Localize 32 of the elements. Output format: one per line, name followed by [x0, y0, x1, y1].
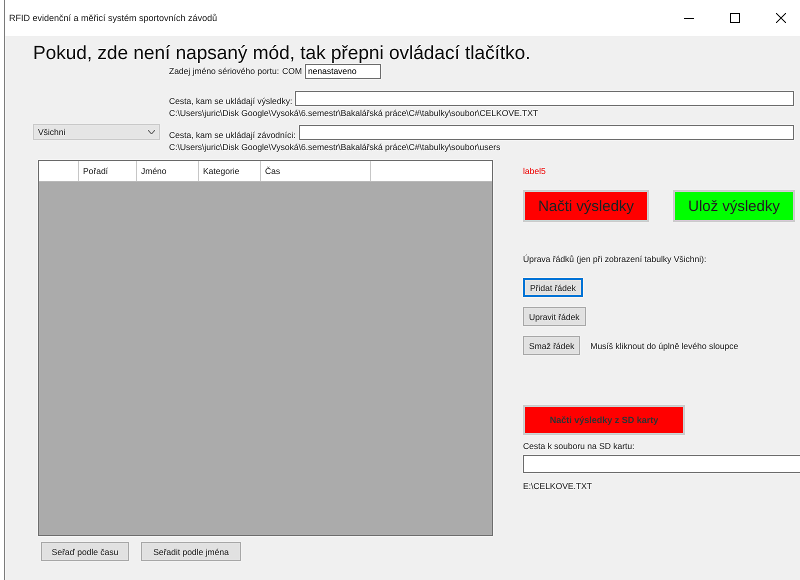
- load-results-button[interactable]: Načti výsledky: [523, 190, 649, 222]
- path-text: C:\Users\juric\Disk Google\Vysoká\6.semestr\Bakalářská práce\C#\tabulky\soubor\CELKOVE.TXT: [169, 108, 538, 118]
- path-label: Cesta, kam se ukládají výsledky:: [169, 96, 292, 106]
- path-field[interactable]: [295, 91, 794, 106]
- sd-path-text: E:\CELKOVE.TXT: [523, 481, 593, 491]
- hint-text: Musíš kliknout do úplně levého sloupce: [590, 340, 738, 350]
- path-label: Cesta, kam se ukládají závodníci:: [169, 130, 296, 140]
- save-results-button[interactable]: Ulož výsledky: [673, 190, 795, 222]
- window-title: RFID evidenční a měřicí systém sportovních závodů: [9, 13, 218, 23]
- caret-icon: [148, 130, 155, 134]
- column-header[interactable]: Jméno: [137, 161, 199, 181]
- maximize-icon[interactable]: [730, 13, 740, 23]
- sd-path-label: Cesta k souboru na SD kartu:: [523, 441, 636, 451]
- sd-path-field[interactable]: [523, 455, 800, 473]
- port-prefix: COM: [282, 66, 302, 76]
- row-edit-button[interactable]: Přidat řádek: [523, 278, 583, 297]
- edit-caption: Úprava řádků (jen při zobrazení tabulky Všichni):: [523, 254, 708, 264]
- column-header[interactable]: Pořadí: [79, 161, 137, 181]
- sort-button[interactable]: Seřadit podle jména: [141, 542, 241, 561]
- row-edit-button[interactable]: Upravit řádek: [523, 307, 586, 326]
- path-field[interactable]: [298, 125, 794, 140]
- column-header[interactable]: Kategorie: [199, 161, 261, 181]
- row-edit-button[interactable]: Smaž řádek: [523, 336, 580, 355]
- column-header[interactable]: Čas: [261, 161, 371, 181]
- status-label: label5: [523, 166, 547, 176]
- mode-heading: Pokud, zde není napsaný mód, tak přepni ovládací tlačítko.: [33, 44, 532, 64]
- path-text: C:\Users\juric\Disk Google\Vysoká\6.semestr\Bakalářská práce\C#\tabulky\soubor\users: [169, 142, 500, 152]
- close-icon[interactable]: [776, 13, 786, 23]
- port-field[interactable]: nenastaveno: [304, 64, 381, 78]
- sort-button[interactable]: Seřaď podle času: [41, 542, 129, 561]
- filter-dropdown[interactable]: Všichni: [33, 124, 160, 140]
- port-label: Zadej jméno sériového portu:: [169, 66, 280, 76]
